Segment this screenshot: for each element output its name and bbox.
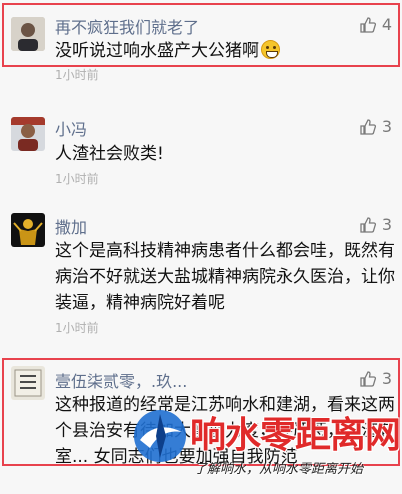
commenter-name[interactable]: 壹伍柒贰零，.玖... [55,368,187,392]
commenter-name[interactable]: 再不疯狂我们就老了 [55,14,199,38]
like-button[interactable]: 3 [360,369,392,388]
comment-text: 没听说过响水盛产大公猪啊 [55,38,397,64]
comment-item: 再不疯狂我们就老了 4 没听说过响水盛产大公猪啊 1小时前 [0,0,402,90]
grinning-face-icon [261,40,280,59]
thumbs-up-icon [360,216,376,233]
like-count: 3 [381,117,392,136]
thumbs-up-icon [360,370,376,387]
timestamp: 1小时前 [55,321,99,335]
comment-item: 撒加 3 这个是高科技精神病患者什么都会哇，既然有病治不好就送大盐城精神病院永久… [0,200,402,340]
like-count: 4 [381,15,392,34]
commenter-name[interactable]: 小冯 [55,116,87,140]
timestamp: 1小时前 [55,172,99,186]
avatar[interactable] [11,117,45,151]
comment-text: 人渣社会败类! [55,144,164,164]
thumbs-up-icon [360,118,376,135]
like-count: 3 [381,369,392,388]
watermark-title: 响水零距离网 [190,414,401,456]
commenter-name[interactable]: 撒加 [55,214,87,238]
watermark-subtitle: 了解响水，从响水零距离开始 [194,462,364,477]
timestamp: 1小时前 [55,68,99,82]
like-button[interactable]: 3 [360,215,392,234]
thumbs-up-icon [360,16,376,33]
watermark: 响水零距离网 了解响水，从响水零距离开始 [130,400,402,490]
avatar[interactable] [11,17,45,51]
comment-text: 这个是高科技精神病患者什么都会哇，既然有病治不好就送大盐城精神病院永久医治，让你… [55,241,395,313]
avatar[interactable] [11,213,45,247]
like-button[interactable]: 4 [360,15,392,34]
like-button[interactable]: 3 [360,117,392,136]
avatar[interactable] [11,366,45,400]
site-logo-icon [134,410,186,462]
like-count: 3 [381,215,392,234]
comment-item: 小冯 3 人渣社会败类! 1小时前 [0,100,402,190]
